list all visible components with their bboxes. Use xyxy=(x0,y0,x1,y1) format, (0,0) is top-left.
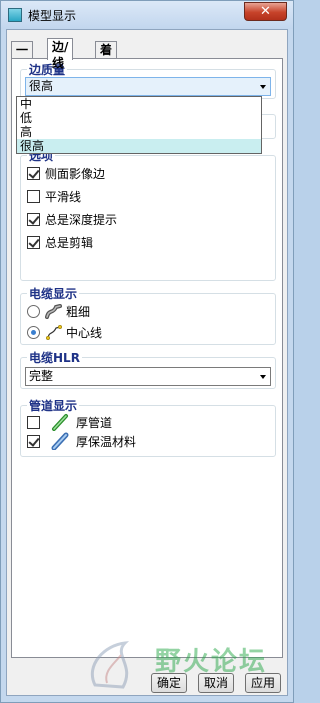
edge-quality-value: 很高 xyxy=(29,79,54,93)
chevron-down-icon[interactable] xyxy=(260,375,266,379)
radio-button[interactable] xyxy=(27,304,40,318)
tab-general[interactable]: 一般 xyxy=(11,41,34,73)
insulation-pipe-icon xyxy=(51,432,69,450)
dropdown-option[interactable]: 中 xyxy=(17,97,261,111)
option-label: 厚管道 xyxy=(76,415,113,430)
tab-shading[interactable]: 着色 xyxy=(95,41,118,73)
tab-edges-lines[interactable]: 边/线 xyxy=(47,38,74,70)
checkbox[interactable] xyxy=(27,166,40,180)
options-group: 选项 侧面影像边 平滑线 总是深度提示 总是剪辑 xyxy=(20,147,276,281)
option-smooth-lines[interactable]: 平滑线 xyxy=(27,187,81,205)
dropdown-option[interactable]: 低 xyxy=(17,111,261,125)
dropdown-option-selected[interactable]: 很高 xyxy=(17,139,261,153)
radio-thick[interactable]: 粗细 xyxy=(27,302,90,320)
thick-pipe-icon xyxy=(52,414,68,431)
radio-centerline[interactable]: 中心线 xyxy=(27,323,102,341)
checkbox[interactable] xyxy=(27,434,40,448)
cable-hlr-select[interactable]: 完整 xyxy=(25,367,271,386)
edge-quality-dropdown: 中 低 高 很高 xyxy=(16,96,262,154)
option-thick-insulation[interactable]: 厚保温材料 xyxy=(27,432,136,450)
edge-quality-select[interactable]: 很高 xyxy=(25,77,271,96)
radio-label: 中心线 xyxy=(66,325,103,340)
option-label: 总是深度提示 xyxy=(45,212,118,227)
checkbox[interactable] xyxy=(27,235,40,249)
option-label: 平滑线 xyxy=(45,189,82,204)
cable-display-label: 电缆显示 xyxy=(27,285,80,302)
cable-hlr-group: 电缆HLR 完整 xyxy=(20,349,276,389)
title-bar[interactable]: 模型显示 ✕ xyxy=(1,1,293,29)
radio-label: 粗细 xyxy=(66,304,91,319)
dialog-body: 一般 边/线 着色 边质量 很高 选项 侧面影像边 xyxy=(6,29,288,696)
thick-cable-icon xyxy=(45,304,62,319)
option-silhouette-edges[interactable]: 侧面影像边 xyxy=(27,164,105,182)
option-label: 厚保温材料 xyxy=(76,434,137,449)
cancel-button[interactable]: 取消 xyxy=(198,673,234,693)
checkbox[interactable] xyxy=(27,189,40,203)
option-always-depth-cue[interactable]: 总是深度提示 xyxy=(27,210,117,228)
close-button[interactable]: ✕ xyxy=(244,2,287,21)
cable-hlr-label: 电缆HLR xyxy=(27,349,82,366)
ok-button[interactable]: 确定 xyxy=(151,673,187,693)
centerline-cable-icon xyxy=(45,324,63,341)
dropdown-option[interactable]: 高 xyxy=(17,125,261,139)
cable-hlr-value: 完整 xyxy=(29,369,54,383)
option-label: 总是剪辑 xyxy=(45,235,94,250)
model-display-window: 模型显示 ✕ 一般 边/线 着色 边质量 很高 选项 xyxy=(0,0,294,703)
option-always-clip[interactable]: 总是剪辑 xyxy=(27,233,93,251)
chevron-down-icon[interactable] xyxy=(260,85,266,89)
pipe-display-group: 管道显示 厚管道 厚保温材料 xyxy=(20,397,276,457)
apply-button[interactable]: 应用 xyxy=(245,673,281,693)
dialog-buttons: 确定 取消 应用 xyxy=(7,673,289,693)
checkbox[interactable] xyxy=(27,415,40,429)
edge-quality-group: 边质量 很高 xyxy=(20,61,276,99)
app-icon xyxy=(8,8,22,22)
window-title: 模型显示 xyxy=(28,9,77,23)
option-label: 侧面影像边 xyxy=(45,166,106,181)
radio-button[interactable] xyxy=(27,325,40,339)
cable-display-group: 电缆显示 粗细 中心线 xyxy=(20,285,276,345)
option-thick-pipe[interactable]: 厚管道 xyxy=(27,413,112,431)
checkbox[interactable] xyxy=(27,212,40,226)
tab-panel-edges-lines: 边质量 很高 选项 侧面影像边 平滑线 总是深度提示 总是剪辑 电缆显示 粗细 … xyxy=(11,58,283,658)
pipe-display-label: 管道显示 xyxy=(27,397,80,414)
